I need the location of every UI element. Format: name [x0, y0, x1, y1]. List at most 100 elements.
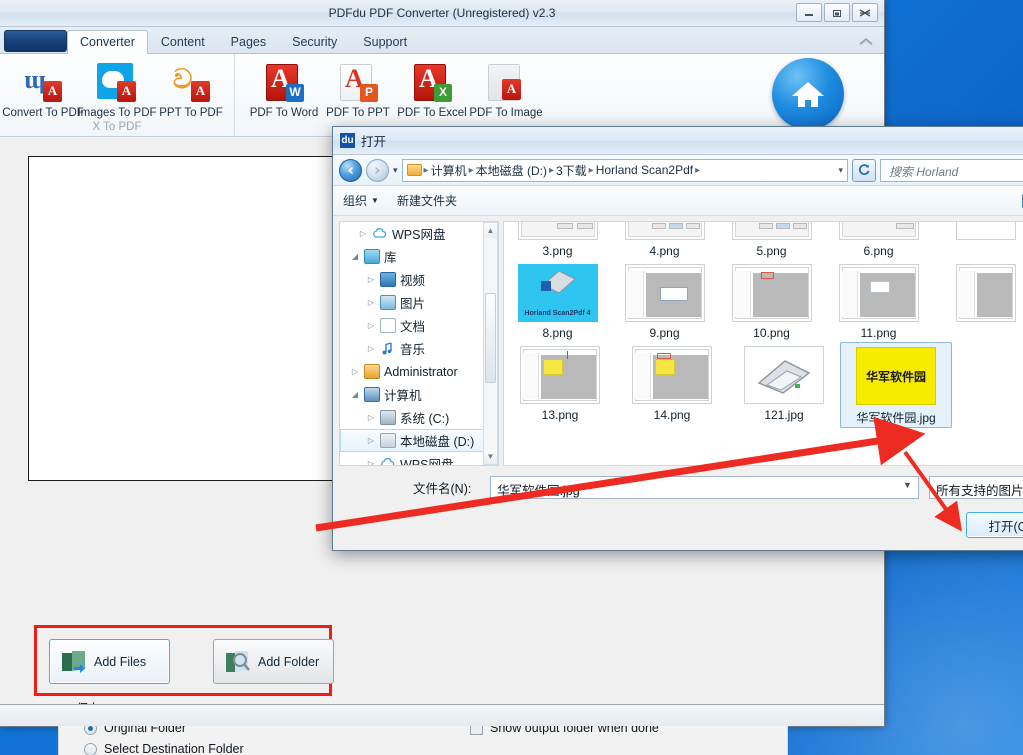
ribbon-button-convert-to-pdf[interactable]: ɰA Convert To PDF: [6, 59, 80, 119]
expander-icon[interactable]: ◢: [350, 390, 360, 399]
home-icon[interactable]: [772, 58, 844, 130]
breadcrumb-item-horland[interactable]: Horland Scan2Pdf: [596, 163, 693, 177]
tree-item-wps-cloud-2[interactable]: ▷ WPS网盘: [340, 452, 498, 466]
organize-label: 组织: [343, 192, 367, 209]
ribbon-button-pdf-to-ppt[interactable]: A P PDF To PPT: [321, 59, 395, 119]
ribbon-button-ppt-to-pdf[interactable]: වA PPT To PDF: [154, 59, 228, 119]
help-chevron-icon[interactable]: [858, 36, 874, 50]
open-button[interactable]: 打开(O): [966, 512, 1023, 538]
tree-item-music[interactable]: ▷ 音乐: [340, 337, 498, 360]
expander-icon[interactable]: ▷: [366, 436, 376, 445]
ppt-to-pdf-icon: වA: [170, 62, 212, 104]
tree-item-system-c[interactable]: ▷ 系统 (C:): [340, 406, 498, 429]
tree-item-administrator[interactable]: ▷ Administrator: [340, 360, 498, 383]
file-grid-row: Horland Scan2Pdf 4 8.png 9.png: [504, 260, 1023, 342]
window-controls: [796, 3, 878, 22]
tab-converter[interactable]: Converter: [67, 30, 148, 54]
tree-item-pictures[interactable]: ▷ 图片: [340, 291, 498, 314]
expander-icon[interactable]: ▷: [350, 367, 360, 376]
expander-icon[interactable]: ▷: [366, 413, 376, 422]
app-menu-button[interactable]: [4, 30, 67, 52]
chevron-down-icon[interactable]: ▾: [838, 165, 843, 176]
radio-select-destination[interactable]: Select Destination Folder: [84, 742, 244, 755]
tab-pages[interactable]: Pages: [218, 30, 279, 53]
ribbon-label: PDF To Excel: [397, 107, 466, 119]
tree-item-local-disk-d[interactable]: ▷ 本地磁盘 (D:): [340, 429, 498, 452]
ribbon-label: Convert To PDF: [2, 107, 84, 119]
tree-item-label: 图片: [400, 293, 425, 312]
maximize-icon[interactable]: [824, 3, 850, 22]
history-dropdown-icon[interactable]: ▾: [393, 165, 398, 176]
expander-icon[interactable]: ◢: [350, 252, 360, 261]
file-item[interactable]: 11.png: [825, 260, 932, 342]
search-input[interactable]: 搜索 Horland: [880, 159, 1023, 182]
organize-menu[interactable]: 组织 ▼: [343, 192, 379, 209]
expander-icon[interactable]: ▷: [366, 321, 376, 330]
add-folder-button[interactable]: Add Folder: [213, 639, 334, 684]
forward-arrow-icon[interactable]: [366, 159, 389, 182]
file-item[interactable]: Horland Scan2Pdf 4 8.png: [504, 260, 611, 342]
expander-icon[interactable]: ▷: [366, 275, 376, 284]
scroll-up-icon[interactable]: ▲: [484, 223, 497, 238]
breadcrumb-item-downloads[interactable]: 3下载: [556, 162, 587, 179]
scroll-down-icon[interactable]: ▼: [484, 449, 497, 464]
tree-item-videos[interactable]: ▷ 视频: [340, 268, 498, 291]
file-item[interactable]: 5.png: [718, 221, 825, 260]
close-icon[interactable]: [852, 3, 878, 22]
chevron-down-icon[interactable]: ▼: [903, 480, 912, 490]
back-arrow-icon[interactable]: [339, 159, 362, 182]
filename-input[interactable]: 华军软件园.jpg: [490, 476, 919, 499]
breadcrumb-item-local-disk[interactable]: 本地磁盘 (D:): [476, 162, 547, 179]
expander-icon[interactable]: ▷: [366, 298, 376, 307]
file-item[interactable]: [932, 260, 1023, 342]
breadcrumb[interactable]: ▸ 计算机 ▸ 本地磁盘 (D:) ▸ 3下载 ▸ Horland Scan2P…: [402, 159, 848, 182]
refresh-icon[interactable]: [852, 159, 876, 182]
file-thumbnail: [956, 221, 1016, 240]
library-icon: [364, 249, 380, 264]
file-item[interactable]: 3.png: [504, 221, 611, 260]
pdf-to-image-icon: A: [485, 62, 527, 104]
file-item-selected[interactable]: 华军软件园 华军软件园.jpg: [840, 342, 952, 428]
expander-icon[interactable]: ▷: [366, 344, 376, 353]
minimize-icon[interactable]: [796, 3, 822, 22]
file-grid[interactable]: 3.png 4.png: [503, 221, 1023, 466]
file-item[interactable]: 9.png: [611, 260, 718, 342]
ribbon-button-pdf-to-image[interactable]: A PDF To Image: [469, 59, 543, 119]
ribbon-button-images-to-pdf[interactable]: A Images To PDF: [80, 59, 154, 119]
add-files-button[interactable]: Add Files: [49, 639, 170, 684]
screen: PDFdu PDF Converter (Unregistered) v2.3 …: [0, 0, 1023, 755]
file-type-dropdown[interactable]: 所有支持的图片文: [929, 476, 1023, 499]
file-item[interactable]: 6.png: [825, 221, 932, 260]
ribbon-button-pdf-to-word[interactable]: A W PDF To Word: [247, 59, 321, 119]
file-name: 华军软件园.jpg: [856, 409, 935, 426]
file-item[interactable]: [932, 221, 1023, 260]
file-item[interactable]: 13.png: [504, 342, 616, 428]
radio-label: Select Destination Folder: [104, 742, 244, 755]
tree-scrollbar[interactable]: ▲ ▼: [483, 222, 498, 465]
navigation-tree[interactable]: ▷ WPS网盘 ◢ 库 ▷ 视频 ▷: [339, 221, 499, 466]
new-folder-button[interactable]: 新建文件夹: [397, 192, 457, 209]
ribbon-button-pdf-to-excel[interactable]: A X PDF To Excel: [395, 59, 469, 119]
file-item[interactable]: 14.png: [616, 342, 728, 428]
tree-item-label: Administrator: [384, 365, 458, 379]
images-to-pdf-icon: A: [96, 62, 138, 104]
file-item[interactable]: [952, 342, 992, 428]
tab-security[interactable]: Security: [279, 30, 350, 53]
expander-icon[interactable]: ▷: [358, 229, 368, 238]
pdf-to-word-icon: A W: [263, 62, 305, 104]
expander-icon[interactable]: ▷: [366, 459, 376, 466]
scrollbar-thumb[interactable]: [485, 293, 496, 383]
tree-item-wps-cloud[interactable]: ▷ WPS网盘: [340, 222, 498, 245]
breadcrumb-item-computer[interactable]: 计算机: [431, 162, 467, 179]
file-item[interactable]: 10.png: [718, 260, 825, 342]
ribbon-label: Images To PDF: [77, 107, 156, 119]
tab-content[interactable]: Content: [148, 30, 218, 53]
tab-support[interactable]: Support: [350, 30, 420, 53]
tree-item-computer[interactable]: ◢ 计算机: [340, 383, 498, 406]
file-name: 11.png: [861, 326, 897, 340]
add-files-label: Add Files: [94, 655, 146, 669]
file-item[interactable]: 121.jpg: [728, 342, 840, 428]
tree-item-libraries[interactable]: ◢ 库: [340, 245, 498, 268]
tree-item-documents[interactable]: ▷ 文档: [340, 314, 498, 337]
file-item[interactable]: 4.png: [611, 221, 718, 260]
